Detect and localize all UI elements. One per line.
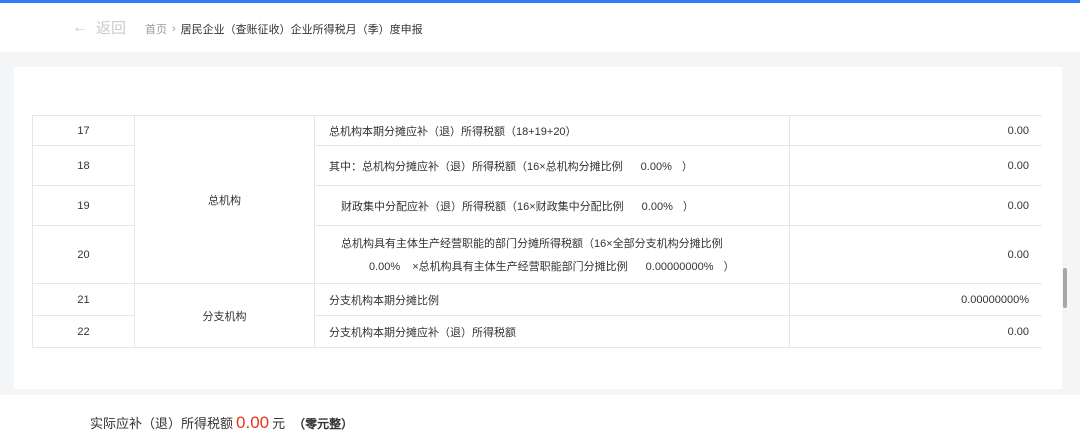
- summary-amount: 0.00: [236, 413, 270, 432]
- item-label: 总机构具有主体生产经营职能的部门分摊所得税额（16×全部分支机构分摊比例 0.0…: [314, 225, 790, 284]
- item-text: 财政集中分配应补（退）所得税额（16×财政集中分配比例: [341, 200, 624, 213]
- row-number: 20: [32, 225, 135, 284]
- table-scroll-area[interactable]: 17 总机构 总机构本期分摊应补（退）所得税额（18+19+20） 0.00 1…: [32, 115, 1042, 371]
- item-text-line2: 0.00% ×总机构具有主体生产经营职能部门分摊比例 0.00000000% ）: [329, 258, 789, 274]
- row-number: 22: [32, 315, 135, 348]
- group-cell: 分支机构: [134, 283, 315, 348]
- breadcrumb-home-link[interactable]: 首页: [145, 21, 167, 37]
- ratio-value: 0.00%: [369, 261, 401, 273]
- arrow-left-icon: ←: [72, 18, 88, 36]
- item-label: 其中：总机构分摊应补（退）所得税额（16×总机构分摊比例 0.00% ）: [314, 145, 790, 186]
- table-row: 21 分支机构 分支机构本期分摊比例 0.00000000%: [32, 283, 1042, 348]
- item-text-mid: ×总机构具有主体生产经营职能部门分摊比例: [412, 261, 628, 273]
- item-text-suffix: ）: [681, 160, 693, 173]
- table-row: 17 总机构 总机构本期分摊应补（退）所得税额（18+19+20） 0.00: [32, 115, 1042, 284]
- back-button[interactable]: ← 返回: [72, 17, 126, 38]
- chevron-right-icon: ›: [172, 23, 176, 35]
- item-text-suffix: ）: [723, 261, 735, 273]
- row-number: 19: [32, 185, 135, 226]
- summary-label: 实际应补（退）所得税额: [90, 416, 234, 431]
- form-card: 17 总机构 总机构本期分摊应补（退）所得税额（18+19+20） 0.00 1…: [14, 67, 1062, 389]
- item-text: 其中：总机构分摊应补（退）所得税额（16×总机构分摊比例: [329, 160, 623, 173]
- row-number: 21: [32, 283, 135, 316]
- row-number: 18: [32, 145, 135, 186]
- breadcrumb-current: 居民企业（查账征收）企业所得税月（季）度申报: [180, 24, 423, 36]
- summary-uppercase: （零元整）: [293, 417, 354, 431]
- item-text-suffix: ）: [682, 200, 694, 213]
- summary-footer: 实际应补（退）所得税额 0.00 元 （零元整）: [0, 395, 1080, 445]
- page-scrollbar-track: [1060, 60, 1070, 395]
- item-label: 分支机构本期分摊应补（退）所得税额: [314, 315, 790, 348]
- back-label: 返回: [96, 20, 127, 37]
- value-cell[interactable]: 0.00: [789, 145, 1042, 186]
- value-cell[interactable]: 0.00: [789, 115, 1042, 146]
- value-cell[interactable]: 0.00000000%: [789, 283, 1042, 316]
- value-cell[interactable]: 0.00: [789, 185, 1042, 226]
- page-header: ← 返回 首页 › 居民企业（查账征收）企业所得税月（季）度申报: [0, 3, 1080, 52]
- ratio-value: 0.00%: [641, 200, 673, 213]
- value-cell[interactable]: 0.00: [789, 315, 1042, 348]
- value-cell[interactable]: 0.00: [789, 225, 1042, 284]
- summary-text: 实际应补（退）所得税额 0.00 元 （零元整）: [90, 413, 353, 433]
- item-label: 总机构本期分摊应补（退）所得税额（18+19+20）: [314, 115, 790, 146]
- tax-table: 17 总机构 总机构本期分摊应补（退）所得税额（18+19+20） 0.00 1…: [32, 115, 1042, 348]
- summary-unit: 元: [272, 416, 286, 431]
- breadcrumb: 首页 › 居民企业（查账征收）企业所得税月（季）度申报: [145, 21, 423, 37]
- page-scrollbar-thumb[interactable]: [1063, 268, 1067, 308]
- item-label: 财政集中分配应补（退）所得税额（16×财政集中分配比例 0.00% ）: [314, 185, 790, 226]
- ratio-value: 0.00%: [640, 160, 672, 173]
- ratio-value: 0.00000000%: [645, 261, 714, 273]
- group-cell: 总机构: [134, 115, 315, 284]
- row-number: 17: [32, 115, 135, 146]
- item-label: 分支机构本期分摊比例: [314, 283, 790, 316]
- item-text: 总机构具有主体生产经营职能的部门分摊所得税额（16×全部分支机构分摊比例: [341, 238, 723, 250]
